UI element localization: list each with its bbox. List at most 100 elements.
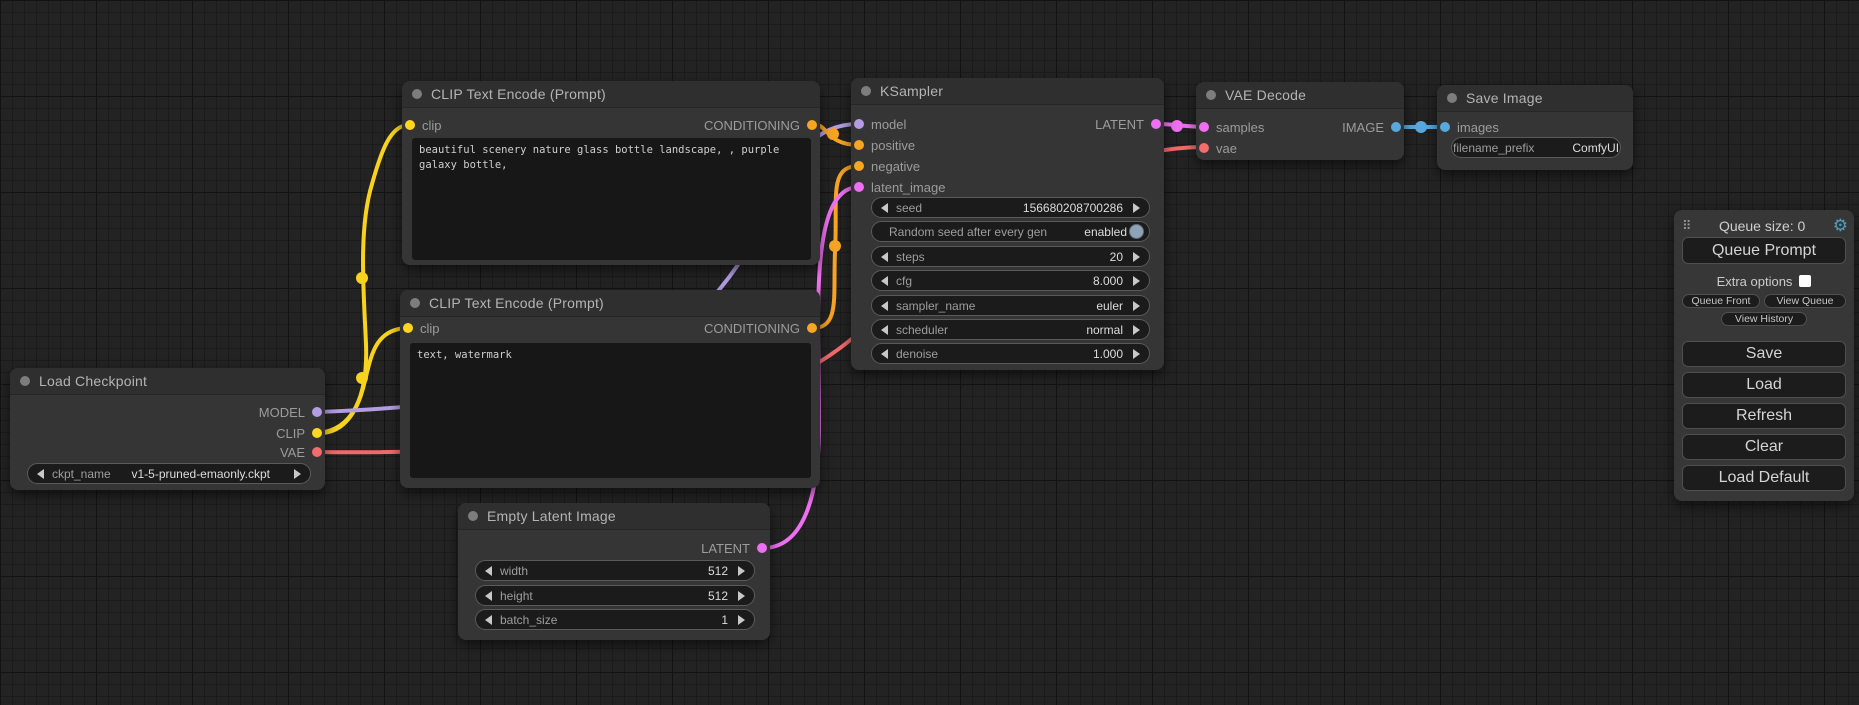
- link-midpoint-dot[interactable]: [356, 272, 368, 284]
- queue-prompt-button[interactable]: Queue Prompt: [1682, 237, 1846, 264]
- decrement-arrow-icon[interactable]: [881, 349, 888, 359]
- vae-input-port[interactable]: [1199, 143, 1209, 153]
- increment-arrow-icon[interactable]: [1133, 349, 1140, 359]
- increment-arrow-icon[interactable]: [738, 615, 745, 625]
- positive-input-port[interactable]: [854, 140, 864, 150]
- output-row-vae: VAE: [10, 442, 325, 462]
- decrement-arrow-icon[interactable]: [881, 301, 888, 311]
- negative-input-port[interactable]: [854, 161, 864, 171]
- decrement-arrow-icon[interactable]: [37, 469, 44, 479]
- vae-output-port[interactable]: [312, 447, 322, 457]
- filename-prefix-widget[interactable]: filename_prefix ComfyUI: [1451, 137, 1621, 158]
- node-title: CLIP Text Encode (Prompt): [429, 295, 604, 311]
- link-midpoint-dot[interactable]: [827, 128, 839, 140]
- widget-label: height: [500, 589, 533, 603]
- view-queue-button[interactable]: View Queue: [1764, 294, 1846, 308]
- increment-arrow-icon[interactable]: [1133, 203, 1140, 213]
- decrement-arrow-icon[interactable]: [881, 276, 888, 286]
- latent-image-input-port[interactable]: [854, 182, 864, 192]
- link-midpoint-dot[interactable]: [356, 372, 368, 384]
- comfyui-canvas[interactable]: { "icons": { "settings_gear": "⚙", "drag…: [0, 0, 1859, 705]
- collapse-icon[interactable]: [861, 86, 871, 96]
- increment-arrow-icon[interactable]: [1133, 301, 1140, 311]
- node-save-image-titlebar[interactable]: Save Image: [1437, 85, 1633, 112]
- node-vae-decode-titlebar[interactable]: VAE Decode: [1196, 82, 1404, 109]
- drag-handle-icon[interactable]: ⠿: [1682, 219, 1692, 234]
- height-widget[interactable]: height 512: [475, 585, 755, 606]
- settings-gear-icon[interactable]: ⚙: [1833, 218, 1848, 235]
- save-button[interactable]: Save: [1682, 341, 1846, 367]
- decrement-arrow-icon[interactable]: [881, 203, 888, 213]
- width-widget[interactable]: width 512: [475, 560, 755, 581]
- batch-size-widget[interactable]: batch_size 1: [475, 609, 755, 630]
- queue-size-label: Queue size: 0: [1692, 218, 1833, 234]
- widget-label: cfg: [896, 274, 912, 288]
- increment-arrow-icon[interactable]: [738, 591, 745, 601]
- increment-arrow-icon[interactable]: [1133, 276, 1140, 286]
- refresh-button[interactable]: Refresh: [1682, 403, 1846, 429]
- node-ksampler-titlebar[interactable]: KSampler: [851, 78, 1164, 105]
- sampler-name-widget[interactable]: sampler_name euler: [871, 295, 1150, 316]
- positive-prompt-textarea[interactable]: beautiful scenery nature glass bottle la…: [412, 138, 811, 260]
- port-row-samples: samples IMAGE: [1196, 117, 1404, 137]
- widget-label: denoise: [896, 347, 938, 361]
- negative-prompt-textarea[interactable]: text, watermark: [410, 343, 811, 478]
- widget-label: scheduler: [896, 323, 948, 337]
- cfg-widget[interactable]: cfg 8.000: [871, 270, 1150, 291]
- decrement-arrow-icon[interactable]: [485, 615, 492, 625]
- node-load-checkpoint-titlebar[interactable]: Load Checkpoint: [10, 368, 325, 395]
- samples-input-port[interactable]: [1199, 122, 1209, 132]
- decrement-arrow-icon[interactable]: [485, 591, 492, 601]
- increment-arrow-icon[interactable]: [738, 566, 745, 576]
- collapse-icon[interactable]: [20, 376, 30, 386]
- conditioning-output-port[interactable]: [807, 120, 817, 130]
- load-default-button[interactable]: Load Default: [1682, 465, 1846, 491]
- clip-output-port[interactable]: [312, 428, 322, 438]
- model-input-port[interactable]: [854, 119, 864, 129]
- ckpt-name-widget[interactable]: ckpt_name v1-5-pruned-emaonly.ckpt: [27, 463, 311, 484]
- widget-value: 1: [721, 613, 728, 627]
- node-clip-negative-titlebar[interactable]: CLIP Text Encode (Prompt): [400, 290, 820, 317]
- widget-label: seed: [896, 201, 922, 215]
- decrement-arrow-icon[interactable]: [881, 252, 888, 262]
- widget-label: steps: [896, 250, 925, 264]
- collapse-icon[interactable]: [410, 298, 420, 308]
- collapse-icon[interactable]: [412, 89, 422, 99]
- increment-arrow-icon[interactable]: [1133, 325, 1140, 335]
- port-row-negative: negative: [851, 156, 1164, 176]
- load-button[interactable]: Load: [1682, 372, 1846, 398]
- increment-arrow-icon[interactable]: [294, 469, 301, 479]
- view-history-button[interactable]: View History: [1721, 312, 1807, 326]
- decrement-arrow-icon[interactable]: [485, 566, 492, 576]
- toggle-on-icon[interactable]: [1129, 224, 1144, 239]
- latent-output-port[interactable]: [757, 543, 767, 553]
- output-row-latent: LATENT: [458, 538, 770, 558]
- conditioning-output-port[interactable]: [807, 323, 817, 333]
- clip-input-port[interactable]: [405, 120, 415, 130]
- link-midpoint-dot[interactable]: [1415, 121, 1427, 133]
- link-midpoint-dot[interactable]: [1171, 120, 1183, 132]
- link-midpoint-dot[interactable]: [829, 240, 841, 252]
- queue-front-button[interactable]: Queue Front: [1682, 294, 1760, 308]
- port-row: clip CONDITIONING: [400, 318, 820, 338]
- increment-arrow-icon[interactable]: [1133, 252, 1140, 262]
- collapse-icon[interactable]: [1206, 90, 1216, 100]
- collapse-icon[interactable]: [1447, 93, 1457, 103]
- denoise-widget[interactable]: denoise 1.000: [871, 343, 1150, 364]
- clip-input-port[interactable]: [403, 323, 413, 333]
- extra-options-checkbox[interactable]: [1799, 275, 1811, 287]
- node-empty-latent-titlebar[interactable]: Empty Latent Image: [458, 503, 770, 530]
- latent-output-port[interactable]: [1151, 119, 1161, 129]
- image-output-port[interactable]: [1391, 122, 1401, 132]
- steps-widget[interactable]: steps 20: [871, 246, 1150, 267]
- images-input-port[interactable]: [1440, 122, 1450, 132]
- random-seed-toggle-widget[interactable]: Random seed after every gen enabled: [871, 221, 1150, 242]
- decrement-arrow-icon[interactable]: [881, 325, 888, 335]
- node-clip-positive-titlebar[interactable]: CLIP Text Encode (Prompt): [402, 81, 820, 108]
- seed-widget[interactable]: seed 156680208700286: [871, 197, 1150, 218]
- input-label-latent-image: latent_image: [871, 180, 945, 195]
- scheduler-widget[interactable]: scheduler normal: [871, 319, 1150, 340]
- collapse-icon[interactable]: [468, 511, 478, 521]
- model-output-port[interactable]: [312, 407, 322, 417]
- clear-button[interactable]: Clear: [1682, 434, 1846, 460]
